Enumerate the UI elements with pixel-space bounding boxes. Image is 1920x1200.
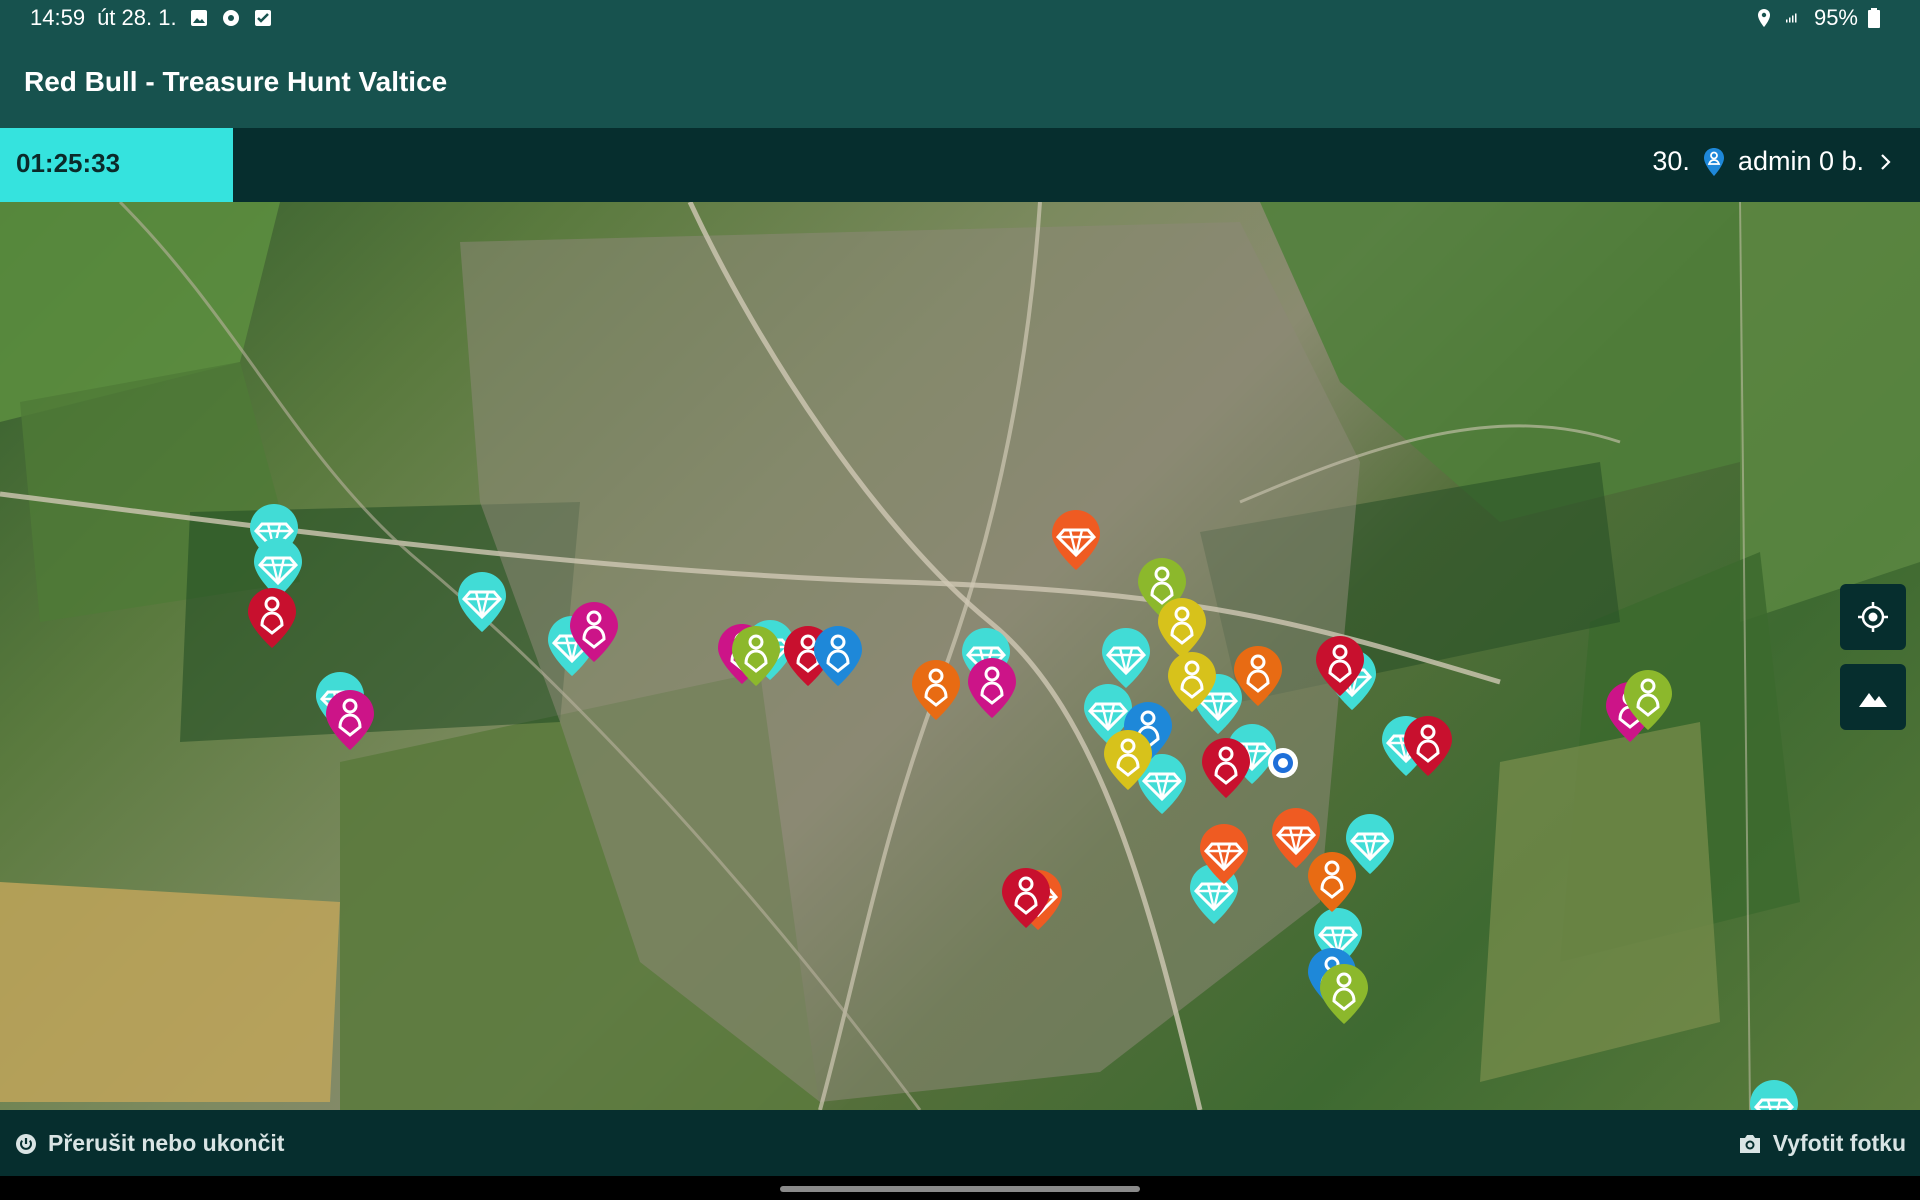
app-title: Red Bull - Treasure Hunt Valtice — [24, 66, 448, 97]
status-date: út 28. 1. — [97, 5, 177, 30]
system-nav-bar — [0, 1176, 1920, 1200]
game-timer: 01:25:33 — [0, 128, 233, 202]
power-icon — [16, 1133, 36, 1154]
checkbox-icon — [254, 10, 271, 26]
take-photo-button[interactable]: Vyfotit fotku — [1737, 1130, 1906, 1157]
treasure-marker-found[interactable] — [1052, 510, 1100, 570]
player-marker[interactable] — [1158, 598, 1206, 658]
stop-game-button[interactable]: Přerušit nebo ukončit — [14, 1130, 284, 1157]
mountain-icon — [1859, 693, 1887, 707]
player-rank: 30. — [1652, 146, 1690, 176]
home-gesture-handle[interactable] — [780, 1186, 1140, 1192]
player-marker[interactable] — [814, 626, 862, 686]
camera-icon — [1739, 1134, 1760, 1153]
signal-icon — [1785, 13, 1797, 23]
battery-level: 95% — [1813, 5, 1858, 30]
crosshair-icon — [1858, 602, 1888, 632]
treasure-marker-found[interactable] — [1272, 808, 1320, 868]
player-marker[interactable] — [248, 588, 296, 648]
player-marker[interactable] — [912, 660, 960, 720]
map-markers-layer — [248, 504, 1798, 1110]
current-location-marker — [1268, 748, 1298, 778]
location-icon — [1757, 9, 1770, 27]
player-summary-button[interactable]: 30. admin 0 b. — [1652, 146, 1896, 177]
game-info-bar: 01:25:33 30. admin 0 b. — [0, 128, 1920, 202]
app-bar: Red Bull - Treasure Hunt Valtice — [0, 36, 1920, 128]
take-photo-label: Vyfotit fotku — [1772, 1130, 1906, 1156]
battery-icon — [1868, 8, 1880, 28]
player-marker[interactable] — [1320, 964, 1368, 1024]
my-location-button[interactable] — [1840, 584, 1906, 650]
player-marker[interactable] — [326, 690, 374, 750]
map-layers-button[interactable] — [1840, 664, 1906, 730]
player-name-score: admin 0 b. — [1737, 146, 1864, 176]
map-view[interactable] — [0, 202, 1920, 1110]
status-bar: 14:59 út 28. 1. 95% — [0, 0, 1920, 36]
app-icon — [222, 10, 239, 26]
bottom-bar: Přerušit nebo ukončit Vyfotit fotku — [0, 1110, 1920, 1176]
treasure-marker[interactable] — [458, 572, 506, 632]
chevron-right-icon — [1881, 153, 1891, 170]
player-marker-icon — [1703, 147, 1724, 176]
player-marker[interactable] — [968, 658, 1016, 718]
status-time: 14:59 — [30, 5, 86, 30]
app-screen: 14:59 út 28. 1. 95% Red Bull - Treasure … — [0, 0, 1920, 1200]
treasure-marker[interactable] — [1102, 628, 1150, 688]
gallery-icon — [190, 10, 207, 26]
stop-game-label: Přerušit nebo ukončit — [48, 1130, 285, 1156]
treasure-marker[interactable] — [1750, 1080, 1798, 1110]
player-marker[interactable] — [1308, 852, 1356, 912]
player-marker[interactable] — [1202, 738, 1250, 798]
